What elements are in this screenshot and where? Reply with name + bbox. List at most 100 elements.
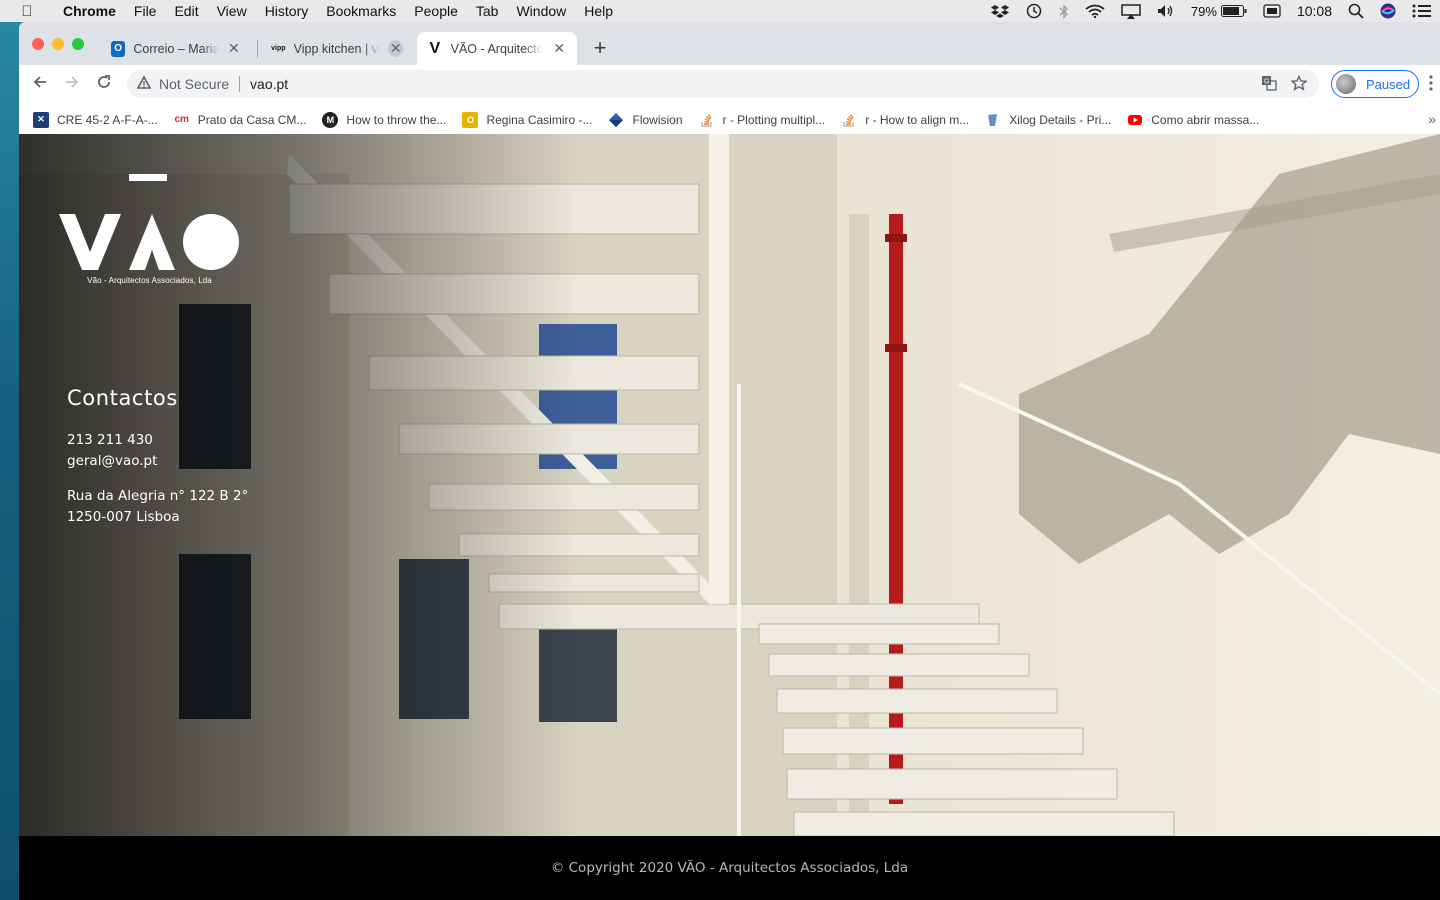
bookmark-item[interactable]: r - How to align m... [833,112,977,128]
clock[interactable]: 10:08 [1289,3,1340,19]
contact-phone[interactable]: 213 211 430 [67,430,248,451]
tab-title: Vipp kitchen | vip [293,41,381,56]
vao-logo-mark [59,174,239,270]
stackoverflow-icon [841,112,857,128]
logo-subtitle: Vão - Arquitectos Associados, Lda [87,276,212,285]
macos-menubar:  Chrome File Edit View History Bookmark… [0,0,1440,22]
contacts-section: Contactos 213 211 430 geral@vao.pt Rua d… [67,386,248,528]
window-close-button[interactable] [32,38,44,50]
bookmark-item[interactable]: O Regina Casimiro -... [454,111,600,128]
contact-email[interactable]: geral@vao.pt [67,451,248,472]
translate-icon[interactable]: G [1261,75,1277,94]
bookmark-item[interactable]: Xilog Details - Pri... [977,112,1119,128]
regina-favicon-icon: O [462,111,479,128]
bookmark-label: Regina Casimiro -... [486,112,593,127]
tab-separator [257,40,258,58]
svg-text:G: G [1264,78,1269,85]
menu-bookmarks[interactable]: Bookmarks [317,3,405,19]
apple-icon[interactable]:  [0,3,54,20]
profile-button[interactable]: Paused [1331,70,1419,98]
menu-history[interactable]: History [256,3,318,19]
back-arrow-icon[interactable] [24,74,56,95]
profile-status-label: Paused [1366,76,1411,92]
spotlight-icon[interactable] [1340,3,1372,19]
menu-people[interactable]: People [405,3,467,19]
battery-percent: 79% [1190,3,1217,19]
bookmark-label: r - How to align m... [865,112,970,127]
bookmark-label: How to throw the... [346,112,447,127]
warning-triangle-icon[interactable] [136,75,152,92]
bookmark-label: CRE 45-2 A-F-A-... [57,112,158,127]
url-text[interactable]: vao.pt [250,76,288,92]
web-page: Vão - Arquitectos Associados, Lda Contac… [19,134,1440,900]
battery-status[interactable]: 79% [1183,4,1255,19]
tab-title: VÃO - Arquitecto [450,41,544,56]
window-controls [32,38,84,50]
bookmark-star-icon[interactable] [1290,74,1308,94]
bookmark-item[interactable]: r - Plotting multipl... [691,112,834,128]
menu-help[interactable]: Help [575,3,622,19]
wifi-icon[interactable] [1077,4,1113,18]
input-source-icon[interactable] [1255,4,1289,18]
browser-toolbar: Not Secure vao.pt G Paused [19,65,1440,103]
bookmark-item[interactable]: Como abrir massa... [1119,112,1267,128]
chrome-window: O Correio – Maria R ✕ vipp Vipp kitchen … [19,22,1440,900]
bookmark-label: Flowision [632,112,683,127]
bookmark-item[interactable]: M How to throw the... [314,111,454,128]
bookmarks-bar: ✕ CRE 45-2 A-F-A-... cm Prato da Casa CM… [19,103,1440,137]
reload-icon[interactable] [88,74,120,95]
menu-window[interactable]: Window [507,3,575,19]
contacts-heading: Contactos [67,386,178,410]
notification-center-icon[interactable] [1404,4,1440,18]
xilog-favicon-icon [985,112,1001,128]
tab-close-icon[interactable]: ✕ [551,40,567,57]
volume-icon[interactable] [1149,4,1183,18]
address-bar[interactable]: Not Secure vao.pt G [127,70,1319,98]
outlook-icon: O [111,40,126,57]
address-divider [239,76,241,92]
cm-favicon-icon: cm [174,114,189,125]
menu-tab[interactable]: Tab [467,3,508,19]
bookmark-label: Xilog Details - Pri... [1009,112,1112,127]
tab-close-icon[interactable]: ✕ [388,40,403,57]
bookmarks-overflow-chevron-icon[interactable]: » [1428,111,1436,127]
bluetooth-icon[interactable] [1051,3,1077,19]
vipp-icon: vipp [271,45,286,52]
tab-vao[interactable]: V VÃO - Arquitecto ✕ [417,32,577,65]
contact-address-line1: Rua da Alegria n° 122 B 2° [67,488,249,504]
tab-vipp[interactable]: vipp Vipp kitchen | vip ✕ [261,32,413,65]
siri-icon[interactable] [1372,3,1404,19]
bookmark-label: Prato da Casa CM... [197,112,307,127]
tab-correio[interactable]: O Correio – Maria R ✕ [101,32,251,65]
window-minimize-button[interactable] [52,38,64,50]
security-label[interactable]: Not Secure [159,76,229,92]
vao-logo[interactable]: Vão - Arquitectos Associados, Lda [57,174,242,289]
bookmark-label: Como abrir massa... [1151,112,1260,127]
menu-view[interactable]: View [208,3,256,19]
new-tab-button[interactable]: + [588,35,612,61]
page-footer: © Copyright 2020 VÃO - Arquitectos Assoc… [19,836,1440,900]
tab-close-icon[interactable]: ✕ [227,40,241,57]
bookmark-item[interactable]: cm Prato da Casa CM... [166,112,315,128]
dropbox-icon[interactable] [983,4,1017,18]
flowision-favicon-icon [608,112,624,128]
time-machine-icon[interactable] [1017,3,1051,19]
chrome-menu-icon[interactable] [1429,75,1433,96]
window-zoom-button[interactable] [72,38,84,50]
tab-title: Correio – Maria R [133,41,219,56]
avatar [1336,74,1356,94]
airplay-icon[interactable] [1113,3,1149,19]
bookmark-item[interactable]: ✕ CRE 45-2 A-F-A-... [25,111,166,128]
menu-app-chrome[interactable]: Chrome [54,3,125,19]
menu-file[interactable]: File [125,3,166,19]
menu-edit[interactable]: Edit [165,3,207,19]
bookmark-item[interactable]: Flowision [600,112,690,128]
forward-arrow-icon[interactable] [56,74,88,95]
cre-favicon-icon: ✕ [33,111,49,128]
bookmark-label: r - Plotting multipl... [722,112,826,127]
circle-m-favicon-icon: M [322,111,339,128]
youtube-icon [1127,112,1143,128]
stackoverflow-icon [699,112,715,128]
copyright-text: © Copyright 2020 VÃO - Arquitectos Assoc… [550,860,909,876]
tab-strip: O Correio – Maria R ✕ vipp Vipp kitchen … [19,22,1440,65]
